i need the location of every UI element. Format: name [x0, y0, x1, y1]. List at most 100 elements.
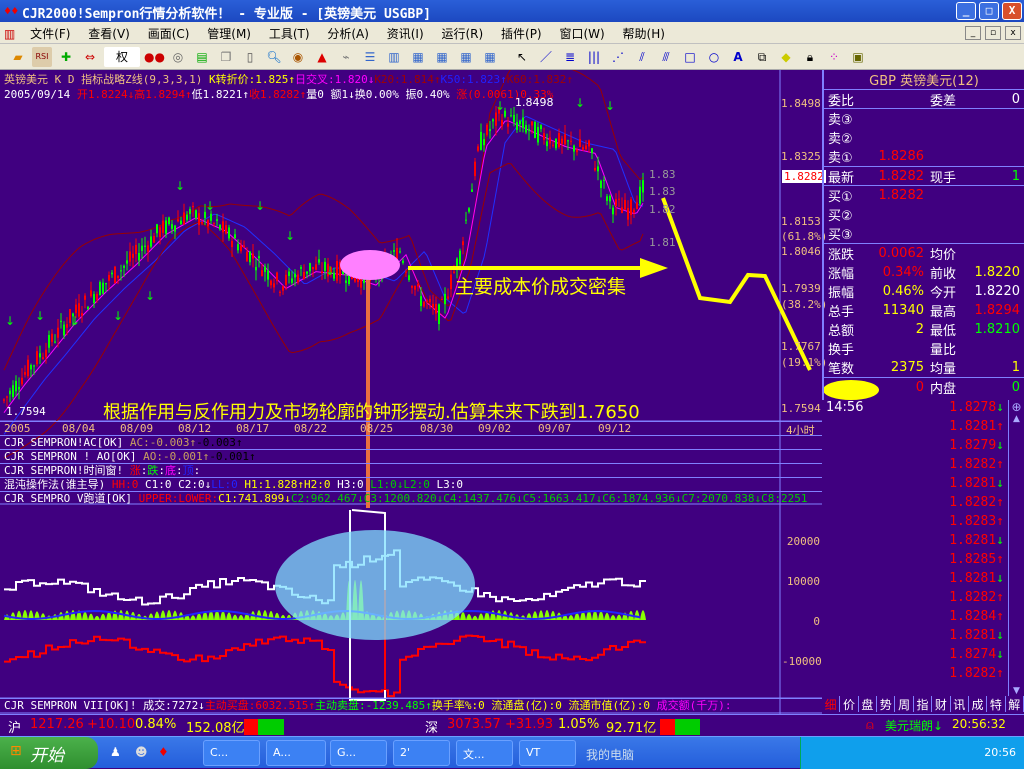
glasses-icon[interactable]: ◎ — [168, 47, 188, 67]
candle-body — [267, 270, 269, 280]
close-button[interactable]: X — [1002, 2, 1022, 20]
tick-row: 1.8284↑ — [826, 609, 1008, 628]
scroll-down-icon[interactable]: ▼ — [1009, 686, 1024, 696]
tab-8[interactable]: 成 — [969, 696, 988, 712]
tick-scrollbar[interactable]: ⊕ ▲ ▼ — [1008, 400, 1024, 696]
lock-icon[interactable]: 🔒︎ — [800, 47, 820, 67]
tick-price: 1.8283 — [949, 514, 997, 529]
candle-body — [471, 189, 473, 192]
tab-10[interactable]: 解 — [1006, 696, 1024, 712]
ticker-text[interactable]: 美元瑞朗↓ — [885, 717, 943, 734]
tab-2[interactable]: 盘 — [859, 696, 878, 712]
quicklaunch-cjr-icon[interactable]: ♦ — [158, 745, 169, 759]
weight-dropdown[interactable]: 权 — [104, 46, 140, 67]
window1-icon[interactable]: ▦ — [408, 47, 428, 67]
menu-run[interactable]: 运行(R) — [434, 22, 490, 45]
stamp-icon[interactable]: ◉ — [288, 47, 308, 67]
quicklaunch-alien-icon[interactable]: ☻ — [135, 745, 148, 759]
mdi-restore-button[interactable]: ▫ — [985, 26, 1001, 40]
menu-view[interactable]: 查看(V) — [81, 22, 137, 45]
start-button[interactable]: ⊞ 开始 — [0, 737, 98, 769]
f10-icon[interactable]: ▤ — [192, 47, 212, 67]
indicator-row[interactable]: CJR SEMPRON!AC[OK] AC:-0.003↑-0.003↑ — [0, 435, 822, 449]
rectangle-tool-icon[interactable]: □ — [680, 47, 700, 67]
candle-body — [291, 278, 293, 283]
window3-icon[interactable]: ▦ — [456, 47, 476, 67]
layout-rows-icon[interactable]: ☰ — [360, 47, 380, 67]
rsi-icon[interactable]: RSI — [32, 46, 52, 67]
save-icon[interactable]: ▣ — [848, 47, 868, 67]
menu-screen[interactable]: 画面(C) — [141, 22, 197, 45]
task-a[interactable]: A... — [266, 740, 326, 766]
window2-icon[interactable]: ▦ — [432, 47, 452, 67]
tab-3[interactable]: 势 — [877, 696, 896, 712]
indicator-row[interactable]: 混沌操作法(谁主导) HH:0 C1:0 C2:0↓LL:0 H1:1.828↑… — [0, 477, 822, 491]
alarm-bell-icon[interactable]: ▲ — [312, 47, 332, 67]
quicklaunch-icon[interactable]: ♟ — [110, 745, 121, 759]
move-icon[interactable]: ✚ — [56, 47, 76, 67]
task-vt[interactable]: VT — [519, 740, 576, 766]
candle-body — [624, 199, 626, 210]
tab-0[interactable]: 细 — [822, 696, 841, 712]
menu-analysis[interactable]: 分析(A) — [320, 22, 376, 45]
osc-hump — [598, 611, 604, 620]
fan-tool-icon[interactable]: ⋰ — [608, 47, 628, 67]
window4-icon[interactable]: ▦ — [480, 47, 500, 67]
line-tool-icon[interactable]: ／ — [536, 47, 556, 67]
book-icon[interactable]: ▯ — [240, 47, 260, 67]
tab-7[interactable]: 讯 — [951, 696, 969, 712]
tab-1[interactable]: 价 — [840, 696, 859, 712]
candle-body — [561, 138, 563, 144]
menu-info[interactable]: 资讯(I) — [380, 22, 431, 45]
eraser-icon[interactable]: ◆ — [776, 47, 796, 67]
ellipse-tool-icon[interactable]: ○ — [704, 47, 724, 67]
crosshair-icon[interactable]: ⊕ — [1009, 400, 1024, 414]
task-doc[interactable]: 文... — [456, 740, 513, 766]
task-g[interactable]: G... — [330, 740, 387, 766]
red-green-icon[interactable]: ●● — [144, 47, 165, 67]
tab-4[interactable]: 周 — [895, 696, 914, 712]
layout-cols-icon[interactable]: ▥ — [384, 47, 404, 67]
ohlc-header-line: 2005/09/14 开1.8224↓高1.8294↑低1.8221↑收1.82… — [4, 86, 553, 102]
copy-drawing-icon[interactable]: ⧉ — [752, 47, 772, 67]
minimize-button[interactable]: _ — [956, 2, 976, 20]
candle-body — [87, 306, 89, 310]
tab-5[interactable]: 指 — [914, 696, 933, 712]
task-cjr[interactable]: C... — [203, 740, 260, 766]
parallel-tool-icon[interactable]: ⫻ — [656, 47, 676, 67]
menu-plugins[interactable]: 插件(P) — [494, 22, 549, 45]
fib-tool-icon[interactable]: ≣ — [560, 47, 580, 67]
plug-icon[interactable]: ⌁ — [336, 47, 356, 67]
menu-manage[interactable]: 管理(M) — [200, 22, 258, 45]
menu-window[interactable]: 窗口(W) — [552, 22, 611, 45]
color-palette-icon[interactable]: ⁘ — [824, 47, 844, 67]
channel-tool-icon[interactable]: ⫽ — [632, 47, 652, 67]
candle-body — [240, 245, 242, 252]
indicator-row[interactable]: CJR SEMPRON!时间窗! 涨:跌:底:顶: — [0, 463, 822, 477]
menu-tools[interactable]: 工具(T) — [262, 22, 317, 45]
maximize-button[interactable]: □ — [979, 2, 999, 20]
scroll-up-icon[interactable]: ▲ — [1009, 414, 1024, 424]
tick-row: 1.8282↑ — [826, 457, 1008, 476]
chart-canvas[interactable]: ↓↓↓↓↓↓↓↓↓↓↓↓↓↓ — [0, 70, 822, 721]
mdi-close-button[interactable]: x — [1005, 26, 1021, 40]
menu-file[interactable]: 文件(F) — [23, 22, 77, 45]
my-computer-toolbar[interactable]: 我的电脑 — [586, 746, 634, 763]
open-icon[interactable]: ▰ — [8, 47, 28, 67]
tab-6[interactable]: 财 — [932, 696, 951, 712]
text-tool-icon[interactable]: A — [728, 47, 748, 67]
segment: 日交叉:1.820↓ — [294, 73, 375, 86]
tab-9[interactable]: 特 — [987, 696, 1006, 712]
indicator-row[interactable]: CJR SEMPRON ! AO[OK] AO:-0.001↑-0.001↑ — [0, 449, 822, 463]
task-folder[interactable]: 2' — [393, 740, 450, 766]
segment: -0.003↑ — [196, 436, 243, 449]
indicator-row[interactable]: CJR SEMPRO V跑道[OK] UPPER:LOWER:C1:741.89… — [0, 491, 822, 505]
vlines-tool-icon[interactable]: ||| — [584, 47, 604, 67]
menu-help[interactable]: 帮助(H) — [616, 22, 672, 45]
mdi-minimize-button[interactable]: _ — [965, 26, 981, 40]
shrink-icon[interactable]: ⇔ — [80, 47, 100, 67]
pointer-icon[interactable]: ↖ — [512, 47, 532, 67]
copy-icon[interactable]: ❐ — [216, 47, 236, 67]
search-icon[interactable]: 🔍︎ — [264, 47, 284, 67]
stat-row-label: 涨跌 — [828, 248, 855, 263]
